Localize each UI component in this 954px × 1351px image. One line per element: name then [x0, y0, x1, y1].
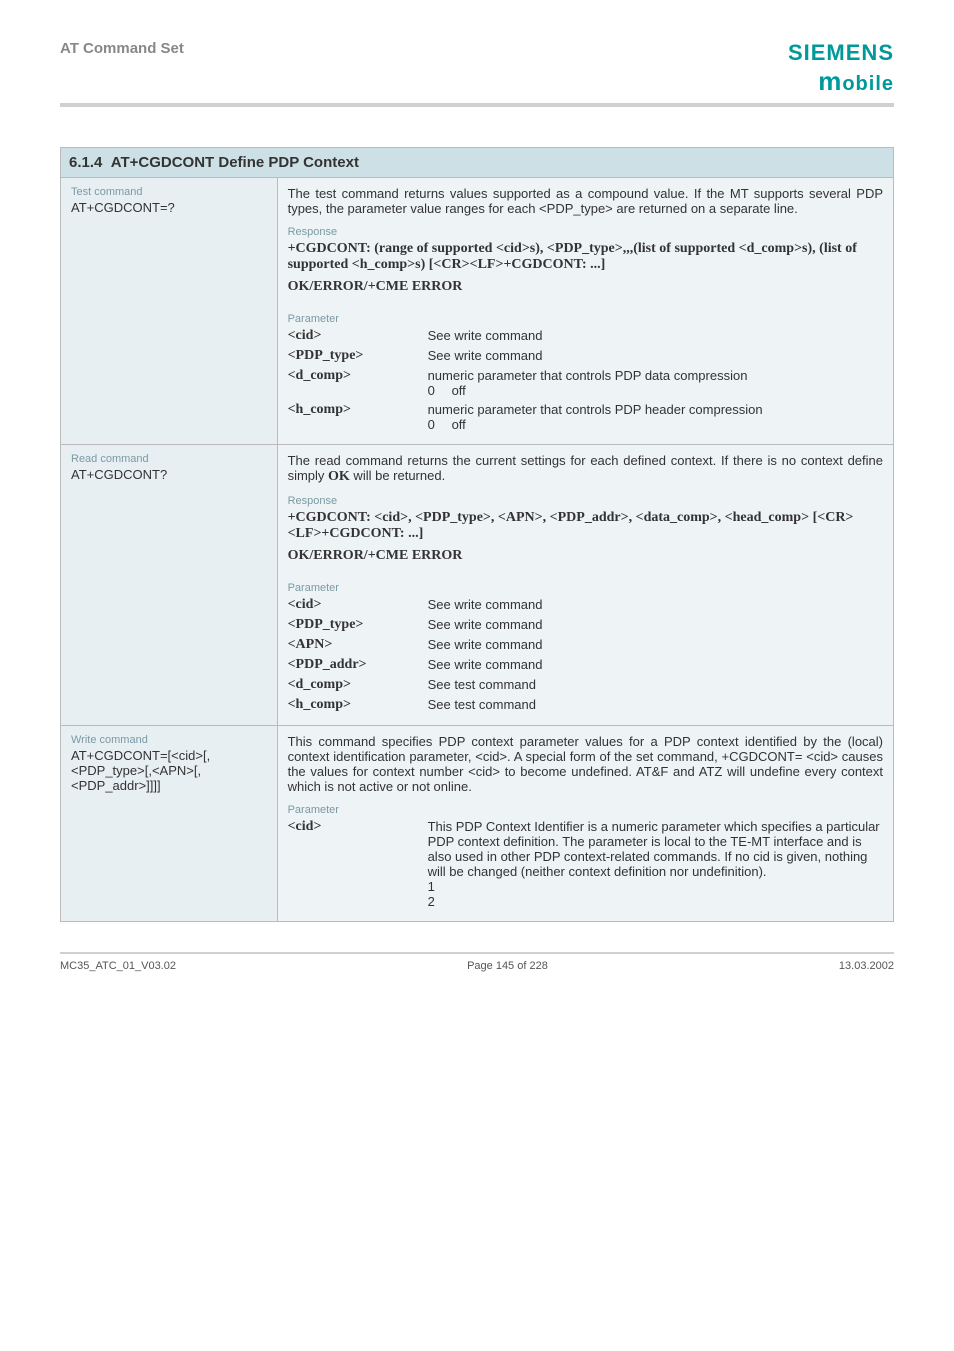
- param-row: <PDP_addr> See write command: [288, 657, 883, 673]
- read-response-label: Response: [288, 495, 883, 507]
- read-response-line: +CGDCONT: <cid>, <PDP_type>, <APN>, <PDP…: [288, 510, 883, 542]
- section-title: AT+CGDCONT Define PDP Context: [111, 154, 359, 171]
- param-row: <cid> This PDP Context Identifier is a n…: [288, 819, 883, 909]
- write-cid-desc-text: This PDP Context Identifier is a numeric…: [428, 819, 880, 879]
- table-row: Write command AT+CGDCONT=[<cid>[,<PDP_ty…: [61, 726, 894, 922]
- param-row: <d_comp> numeric parameter that controls…: [288, 368, 883, 398]
- read-apn-name: <APN>: [288, 637, 428, 653]
- read-pdptype-desc: See write command: [428, 617, 883, 633]
- param-pdptype-name: <PDP_type>: [288, 348, 428, 364]
- param-cid-desc: See write command: [428, 328, 883, 344]
- param-pdptype-desc: See write command: [428, 348, 883, 364]
- test-command-text: AT+CGDCONT=?: [71, 200, 267, 215]
- param-row: <PDP_type> See write command: [288, 348, 883, 364]
- footer-center: Page 145 of 228: [467, 960, 548, 972]
- logo-m: m: [818, 66, 842, 96]
- read-dcomp-name: <d_comp>: [288, 677, 428, 693]
- footer-right: 13.03.2002: [839, 960, 894, 972]
- read-apn-desc: See write command: [428, 637, 883, 653]
- read-command-text: AT+CGDCONT?: [71, 467, 267, 482]
- read-pdptype-name: <PDP_type>: [288, 617, 428, 633]
- param-row: <PDP_type> See write command: [288, 617, 883, 633]
- table-row: Read command AT+CGDCONT? The read comman…: [61, 445, 894, 726]
- siemens-logo: SIEMENS mobile: [788, 40, 894, 97]
- dcomp-val0-desc: off: [452, 383, 466, 398]
- read-desc-ok: OK: [328, 469, 350, 484]
- read-hcomp-name: <h_comp>: [288, 697, 428, 713]
- doc-title: AT Command Set: [60, 40, 184, 57]
- read-parameter-label: Parameter: [288, 582, 883, 594]
- table-row: Test command AT+CGDCONT=? The test comma…: [61, 178, 894, 445]
- read-description: The read command returns the current set…: [288, 453, 883, 485]
- read-dcomp-desc: See test command: [428, 677, 883, 693]
- parameter-label: Parameter: [288, 313, 883, 325]
- write-cid-desc: This PDP Context Identifier is a numeric…: [428, 819, 883, 909]
- test-response-line: +CGDCONT: (range of supported <cid>s), <…: [288, 241, 883, 273]
- logo-mobile-text: mobile: [788, 66, 894, 97]
- read-desc-b: will be returned.: [350, 468, 445, 483]
- hcomp-val0-desc: off: [452, 417, 466, 432]
- content-table: Test command AT+CGDCONT=? The test comma…: [60, 177, 894, 922]
- param-row: <h_comp> numeric parameter that controls…: [288, 402, 883, 432]
- param-hcomp-name: <h_comp>: [288, 402, 428, 432]
- write-parameter-label: Parameter: [288, 804, 883, 816]
- read-ok-line: OK/ERROR/+CME ERROR: [288, 548, 883, 564]
- test-ok-line: OK/ERROR/+CME ERROR: [288, 279, 883, 295]
- hcomp-val0: 0: [428, 417, 452, 432]
- section-heading: 6.1.4 AT+CGDCONT Define PDP Context: [60, 147, 894, 177]
- read-command-label: Read command: [71, 453, 267, 465]
- param-row: <APN> See write command: [288, 637, 883, 653]
- page-footer: MC35_ATC_01_V03.02 Page 145 of 228 13.03…: [60, 952, 894, 972]
- test-description: The test command returns values supporte…: [288, 186, 883, 216]
- param-dcomp-desc-text: numeric parameter that controls PDP data…: [428, 368, 748, 383]
- param-hcomp-desc: numeric parameter that controls PDP head…: [428, 402, 883, 432]
- read-pdpaddr-name: <PDP_addr>: [288, 657, 428, 673]
- dcomp-val0: 0: [428, 383, 452, 398]
- read-cid-name: <cid>: [288, 597, 428, 613]
- read-cid-desc: See write command: [428, 597, 883, 613]
- param-row: <h_comp> See test command: [288, 697, 883, 713]
- write-command-text: AT+CGDCONT=[<cid>[,<PDP_type>[,<APN>[,<P…: [71, 748, 267, 793]
- section-number: 6.1.4: [69, 154, 102, 171]
- write-description: This command specifies PDP context param…: [288, 734, 883, 794]
- logo-siemens-text: SIEMENS: [788, 40, 894, 66]
- param-row: <cid> See write command: [288, 328, 883, 344]
- footer-left: MC35_ATC_01_V03.02: [60, 960, 176, 972]
- param-cid-name: <cid>: [288, 328, 428, 344]
- write-cid-v1: 1: [428, 879, 435, 894]
- logo-obile: obile: [842, 73, 894, 95]
- read-pdpaddr-desc: See write command: [428, 657, 883, 673]
- param-dcomp-desc: numeric parameter that controls PDP data…: [428, 368, 883, 398]
- param-row: <d_comp> See test command: [288, 677, 883, 693]
- param-row: <cid> See write command: [288, 597, 883, 613]
- param-dcomp-name: <d_comp>: [288, 368, 428, 398]
- response-label: Response: [288, 226, 883, 238]
- page-header: AT Command Set SIEMENS mobile: [60, 40, 894, 107]
- test-command-label: Test command: [71, 186, 267, 198]
- read-hcomp-desc: See test command: [428, 697, 883, 713]
- write-cid-v2: 2: [428, 894, 435, 909]
- write-command-label: Write command: [71, 734, 267, 746]
- write-cid-name: <cid>: [288, 819, 428, 909]
- param-hcomp-desc-text: numeric parameter that controls PDP head…: [428, 402, 763, 417]
